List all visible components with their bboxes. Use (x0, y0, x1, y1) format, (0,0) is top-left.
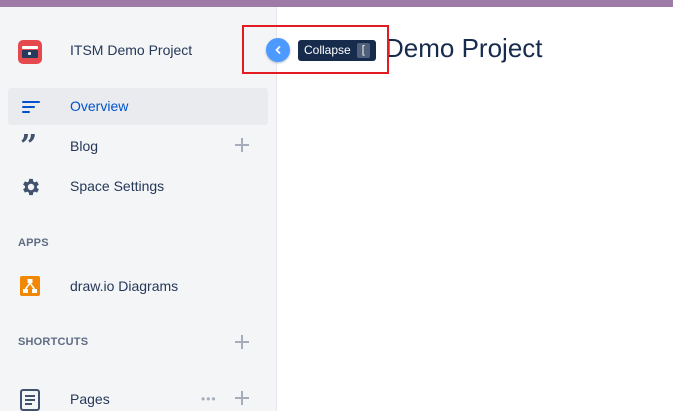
quote-icon: ” (20, 129, 37, 164)
space-logo-icon (18, 40, 42, 64)
space-header[interactable]: ITSM Demo Project (0, 30, 277, 70)
sidebar-item-label: Space Settings (70, 178, 165, 194)
sidebar-item-label: draw.io Diagrams (70, 278, 179, 294)
sidebar-item-label: Blog (70, 138, 99, 154)
sidebar: ITSM Demo Project Overview ” Blog Space … (0, 7, 277, 411)
sidebar-item-overview[interactable]: Overview (8, 88, 268, 125)
sidebar-item-label: Overview (70, 98, 129, 114)
shortcuts-section-title: SHORTCUTS (18, 336, 89, 348)
add-blog-post-button[interactable] (234, 137, 250, 153)
overview-icon (20, 96, 42, 118)
sidebar-item-drawio[interactable]: draw.io Diagrams (8, 268, 268, 305)
gear-icon (20, 176, 42, 198)
add-shortcut-button[interactable] (234, 334, 250, 350)
pages-icon (20, 389, 40, 411)
create-page-button[interactable] (234, 390, 250, 406)
top-color-bar (0, 0, 673, 7)
sidebar-item-blog[interactable]: ” Blog (8, 128, 268, 165)
sidebar-item-space-settings[interactable]: Space Settings (8, 168, 268, 205)
apps-section-title: APPS (18, 237, 49, 249)
sidebar-item-pages[interactable]: Pages ••• (8, 381, 268, 411)
space-name[interactable]: ITSM Demo Project (70, 42, 192, 58)
more-actions-icon[interactable]: ••• (201, 393, 217, 405)
page-title: Demo Project (385, 33, 543, 63)
drawio-icon (20, 276, 40, 296)
sidebar-item-label: Pages (70, 391, 110, 407)
highlight-box (242, 25, 389, 74)
